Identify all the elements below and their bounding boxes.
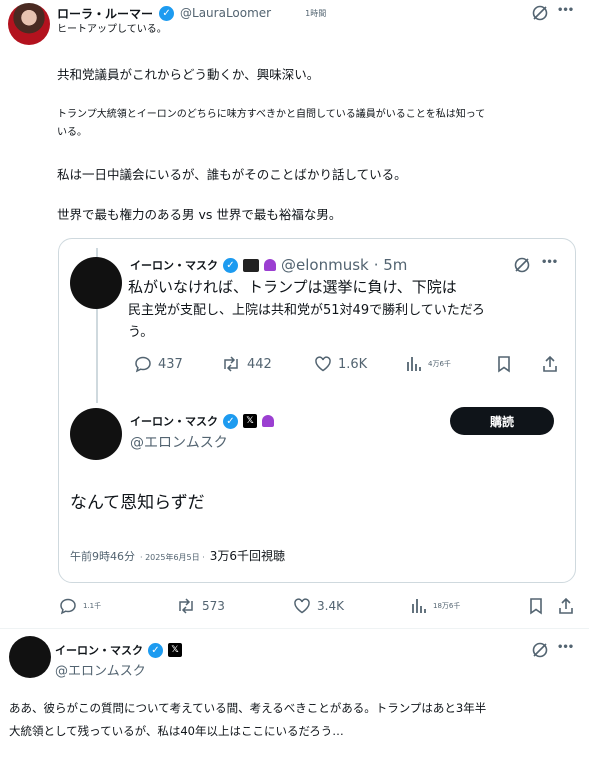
affiliate-badge-icon xyxy=(262,415,274,427)
reply-author-name[interactable]: イーロン・マスク xyxy=(55,642,143,658)
verified-badge-icon: ✓ xyxy=(223,257,238,273)
quoted-inner-handle[interactable]: @elonmusk xyxy=(281,256,369,274)
quoted-outer-time[interactable]: 午前9時46分 xyxy=(70,548,135,564)
bookmark-icon[interactable] xyxy=(528,597,544,619)
post-time[interactable]: 1時間 xyxy=(305,8,326,19)
quoted-reply-count: 437 xyxy=(158,356,183,372)
subscribe-button[interactable]: 購読 xyxy=(450,407,554,435)
quoted-like-count: 1.6K xyxy=(338,356,368,372)
quoted-reply-button[interactable]: 437 xyxy=(134,355,183,373)
post-paragraph-4: 世界で最も権力のある男 vs 世界で最も裕福な男。 xyxy=(57,207,342,222)
quoted-inner-text-line-3: う。 xyxy=(128,325,154,340)
post-paragraph-1: 共和党議員がこれからどう動くか、興味深い。 xyxy=(57,67,320,82)
quoted-outer-author-name[interactable]: イーロン・マスク xyxy=(130,413,218,429)
views-count: 18万6千 xyxy=(433,602,461,610)
quoted-repost-count: 442 xyxy=(247,356,272,372)
quoted-inner-text-line-1: 私がいなければ、トランプは選挙に負け、下院は xyxy=(128,278,457,296)
quoted-inner-author-name[interactable]: イーロン・マスク xyxy=(130,257,218,273)
reply-text-line-1: ああ、彼らがこの質問について考えている間、考えるべきことがある。トランプはあと3… xyxy=(9,701,487,715)
reply-icon xyxy=(60,598,76,615)
quoted-inner-text-line-2: 民主党が支配し、上院は共和党が51対49で勝利していただろ xyxy=(128,303,485,318)
views-icon xyxy=(407,357,421,371)
post-paragraph-2-line-2: いる。 xyxy=(57,127,87,138)
post-paragraph-3: 私は一日中議会にいるが、誰もがそのことばかり話している。 xyxy=(57,167,407,182)
affiliate-badge-icon xyxy=(264,259,276,271)
reply-button[interactable]: 1.1千 xyxy=(59,597,101,615)
reply-grok-icon[interactable] xyxy=(531,641,549,659)
quoted-inner-header: イーロン・マスク ✓ @elonmusk · 5m xyxy=(130,255,407,275)
x-badge-icon: 𝕏 xyxy=(243,414,257,428)
verified-badge-icon: ✓ xyxy=(148,642,163,658)
reply-post-header: イーロン・マスク ✓ 𝕏 xyxy=(55,641,182,659)
reply-author-handle[interactable]: @エロンムスク xyxy=(55,660,146,679)
quoted-grok-icon[interactable] xyxy=(513,256,531,274)
post-subtitle: ヒートアップしている。 xyxy=(57,24,167,35)
author-avatar[interactable] xyxy=(8,3,50,45)
reply-count: 1.1千 xyxy=(83,602,102,610)
post-paragraph-2-line-1: トランプ大統領とイーロンのどちらに味方すべきかと自問している議員がいることを私は… xyxy=(57,109,486,120)
verified-badge-icon: ✓ xyxy=(223,413,238,429)
clapperboard-icon xyxy=(243,258,259,272)
quoted-outer-date: · 2025年6月5日 · xyxy=(140,553,205,562)
heart-icon xyxy=(315,356,331,372)
author-name[interactable]: ローラ・ルーマー xyxy=(57,5,153,22)
verified-badge-icon: ✓ xyxy=(159,5,175,21)
quoted-like-button[interactable]: 1.6K xyxy=(314,355,367,373)
repost-button[interactable]: 573 xyxy=(176,597,225,615)
heart-icon xyxy=(294,598,310,614)
quoted-outer-meta: 午前9時46分 · 2025年6月5日 · 3万6千回視聴 xyxy=(70,547,285,564)
repost-icon xyxy=(224,356,238,372)
quoted-outer-text: なんて恩知らずだ xyxy=(70,493,205,513)
quoted-share-icon[interactable] xyxy=(541,355,559,377)
quoted-views-button[interactable]: 4万6千 xyxy=(406,355,451,373)
quoted-outer-views: 3万6千回視聴 xyxy=(209,549,285,563)
quoted-views-count: 4万6千 xyxy=(428,360,451,368)
quoted-repost-button[interactable]: 442 xyxy=(221,355,272,373)
like-button[interactable]: 3.4K xyxy=(293,597,344,615)
quoted-more-options-icon[interactable]: ••• xyxy=(541,257,558,268)
share-icon[interactable] xyxy=(557,597,575,619)
author-handle[interactable]: @LauraLoomer xyxy=(180,6,271,20)
reply-more-options-icon[interactable]: ••• xyxy=(557,642,574,653)
like-count: 3.4K xyxy=(317,599,344,613)
reply-text-line-2: 大統領として残っているが、私は40年以上はここにいるだろう… xyxy=(9,724,344,738)
quoted-inner-time[interactable]: · 5m xyxy=(374,256,408,274)
divider xyxy=(0,628,589,629)
quoted-bookmark-icon[interactable] xyxy=(496,355,512,377)
reply-author-avatar[interactable] xyxy=(9,636,51,678)
repost-count: 573 xyxy=(202,599,225,613)
views-icon xyxy=(412,599,426,613)
repost-icon xyxy=(179,598,193,614)
quoted-outer-handle[interactable]: @エロンムスク xyxy=(130,432,228,452)
grok-icon[interactable] xyxy=(531,4,549,22)
post-header: ローラ・ルーマー ✓ @LauraLoomer 1時間 xyxy=(57,4,326,22)
quoted-inner-avatar[interactable] xyxy=(70,257,122,309)
x-badge-icon: 𝕏 xyxy=(168,643,182,657)
quoted-outer-header: イーロン・マスク ✓ 𝕏 xyxy=(130,412,274,430)
quoted-outer-avatar[interactable] xyxy=(70,408,122,460)
reply-icon xyxy=(135,356,151,373)
views-button[interactable]: 18万6千 xyxy=(411,597,460,615)
more-options-icon[interactable]: ••• xyxy=(557,5,574,16)
